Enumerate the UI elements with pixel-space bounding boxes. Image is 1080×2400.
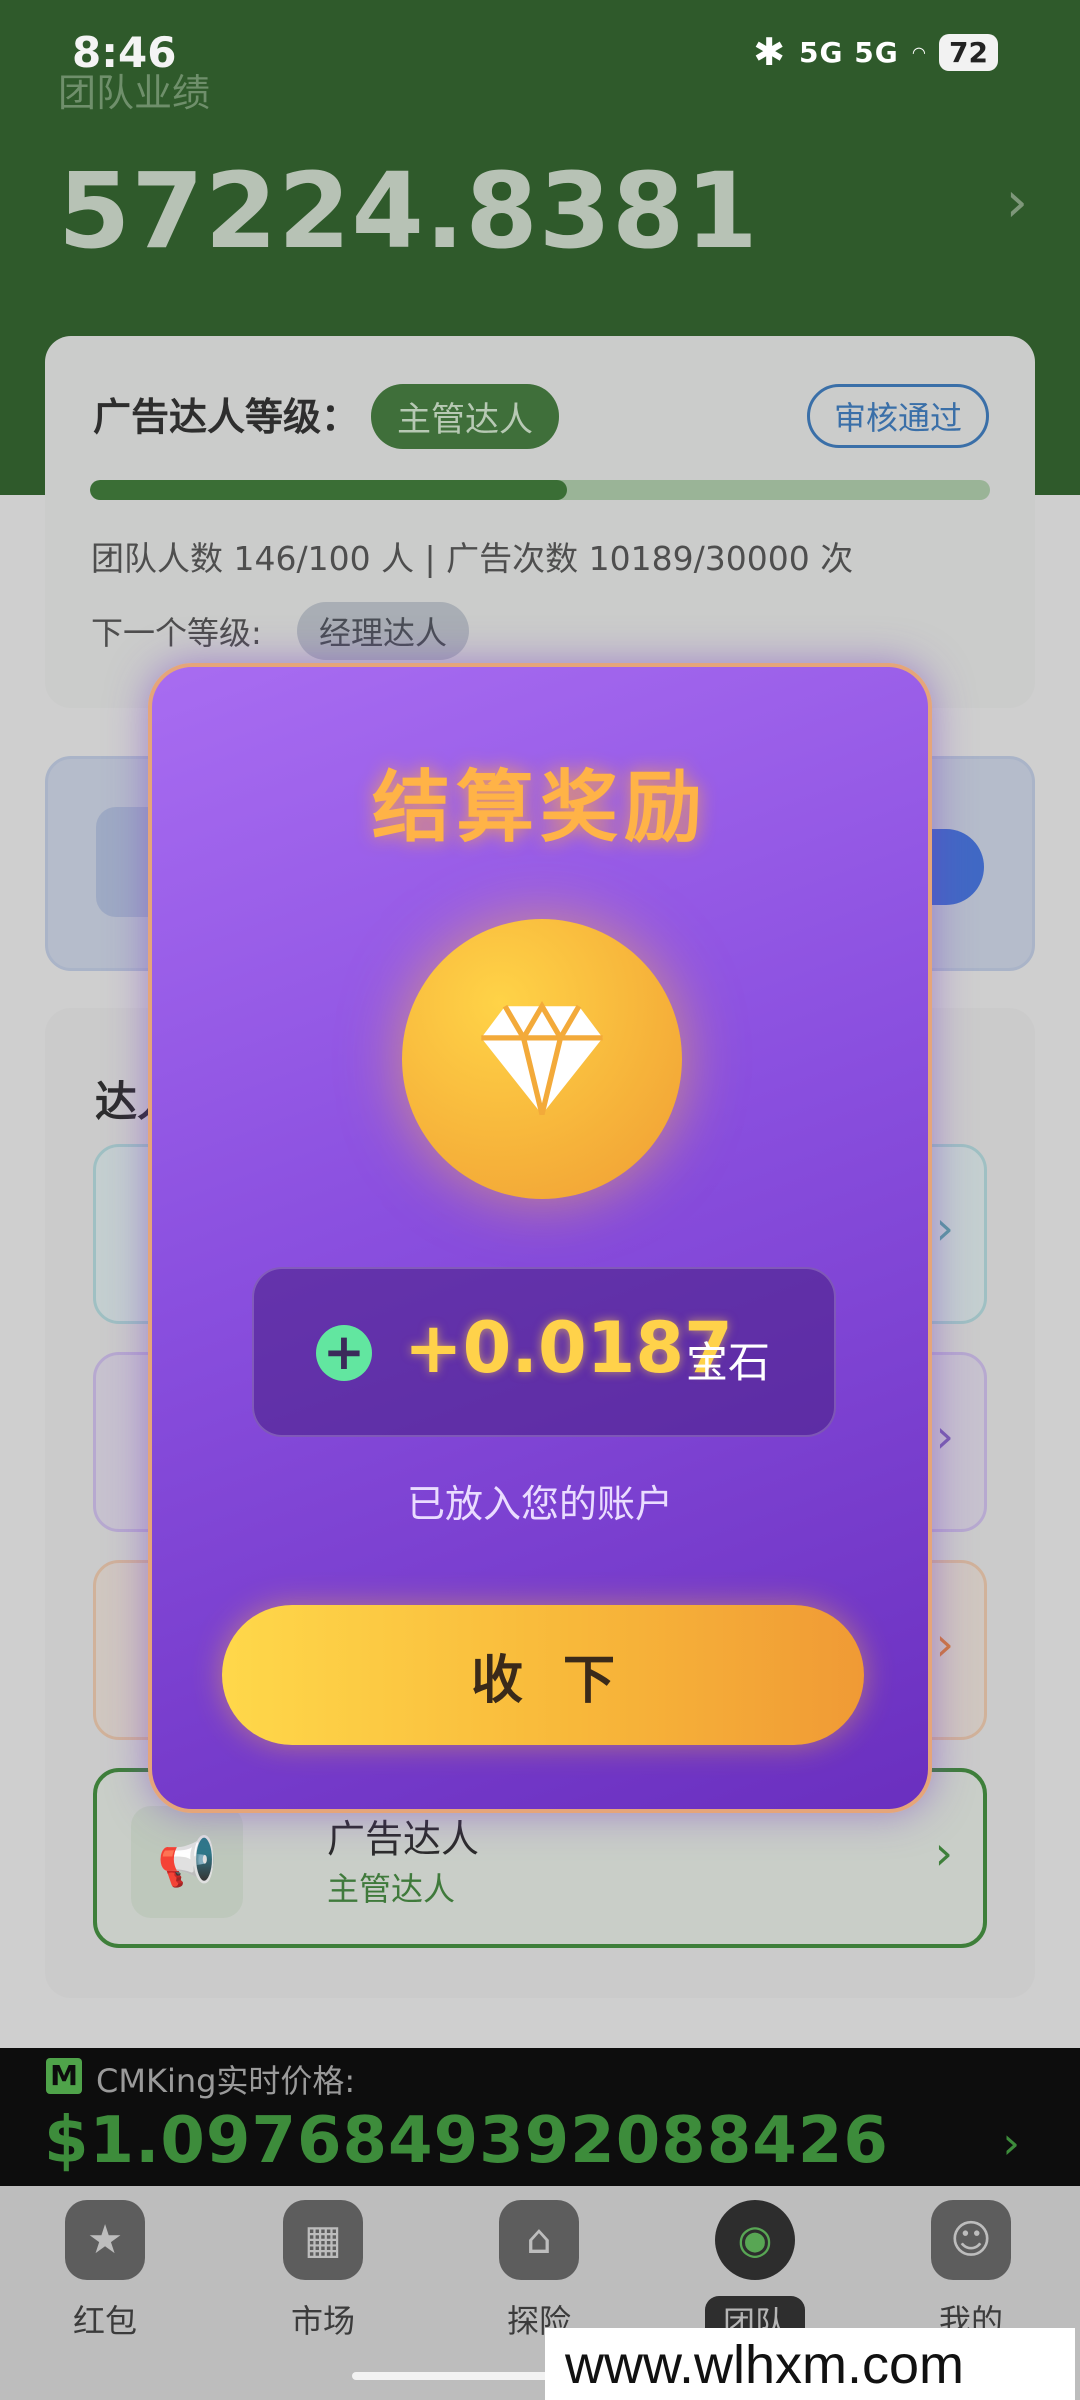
gem-icon — [402, 919, 682, 1199]
reward-modal: 结算奖励 + +0.0187 宝石 已放入您的账户 收下 — [148, 663, 932, 1813]
reward-note: 已放入您的账户 — [406, 1482, 673, 1526]
reward-unit: 宝石 — [686, 1338, 771, 1387]
plus-icon: + — [316, 1325, 372, 1381]
reward-amount-box: + +0.0187 宝石 — [252, 1267, 836, 1437]
collect-button[interactable]: 收下 — [222, 1605, 864, 1745]
reward-amount: +0.0187 — [404, 1307, 733, 1389]
diamond-icon — [481, 1000, 603, 1116]
modal-title: 结算奖励 — [371, 763, 708, 853]
